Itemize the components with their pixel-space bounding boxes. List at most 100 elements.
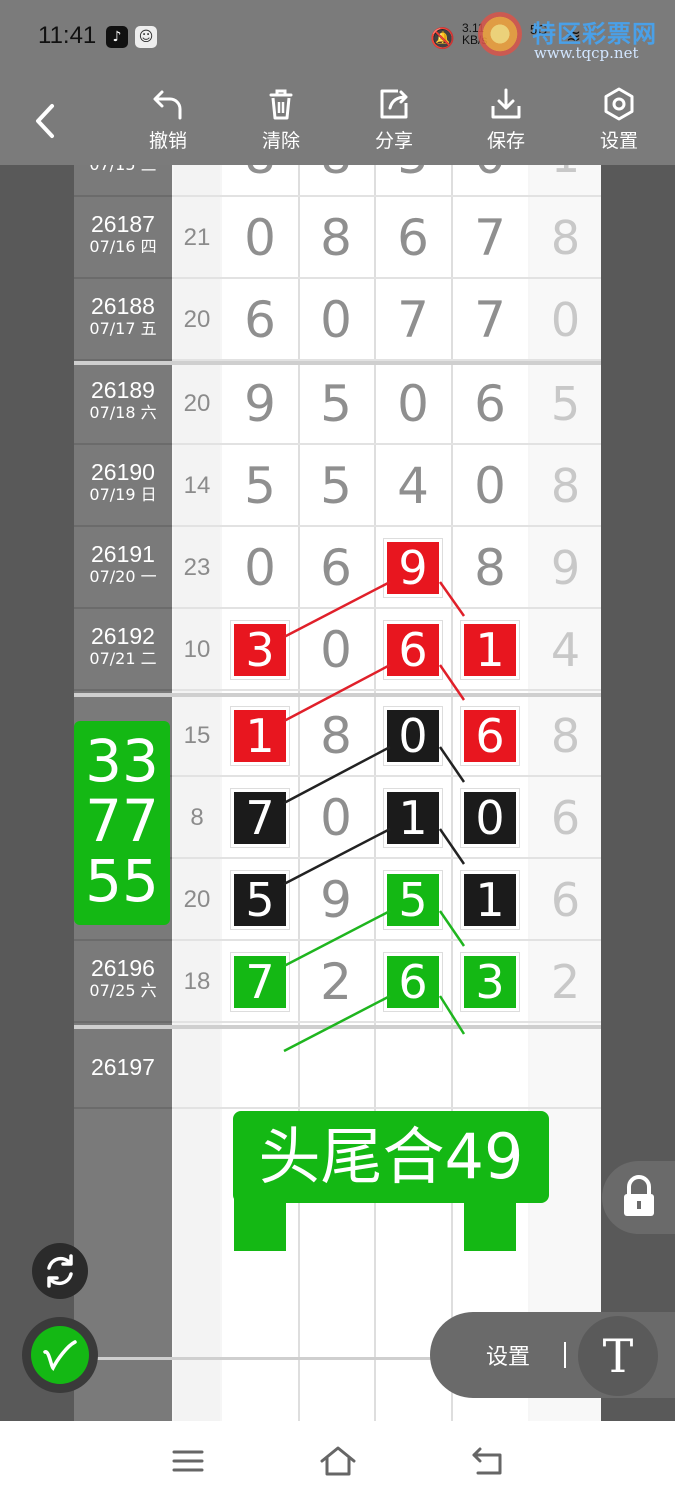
brush-size-slider[interactable]: [96, 1357, 434, 1360]
period-cell: 26187 07/16 四: [74, 197, 172, 257]
marked-digit-cell: 6: [375, 609, 451, 691]
period-cell: [74, 695, 172, 722]
back-button[interactable]: [28, 98, 64, 144]
text-tool-icon[interactable]: T: [578, 1316, 658, 1396]
digit-cell: 8: [474, 539, 506, 597]
sum-cell: 18: [183, 968, 211, 995]
draw-settings-pill[interactable]: 设置 T: [430, 1312, 675, 1398]
digit-marker: 7: [234, 792, 286, 844]
prediction-number: 33: [85, 727, 159, 795]
draw-settings-label[interactable]: 设置: [486, 1339, 530, 1371]
digit-cell: 6: [474, 375, 506, 433]
share-label: 分享: [374, 130, 413, 152]
period-number: 26192: [91, 623, 155, 649]
home-button[interactable]: [318, 1443, 358, 1479]
sum-cell: 21: [183, 224, 211, 251]
marked-digit-cell: 3: [222, 609, 298, 691]
table-row: 26197: [74, 1027, 601, 1109]
trend-board[interactable]: 07/15 三 8 8 5 0 1 2618707/16 四2108678261…: [0, 165, 675, 1421]
digit-cell: [298, 1027, 374, 1109]
period-date: 07/25 六: [89, 981, 157, 1000]
digit-cell: 5: [244, 457, 276, 515]
pen-stroke-icon: [43, 1340, 77, 1371]
head-tail-badge: 头尾合49: [233, 1111, 549, 1203]
menu-button[interactable]: [168, 1443, 208, 1479]
digit-cell: 0: [244, 209, 276, 267]
trash-icon: [269, 89, 293, 120]
prediction-box-head: [234, 1199, 286, 1251]
clear-button[interactable]: 清除: [246, 86, 316, 153]
prediction-number: 77: [85, 787, 159, 855]
prediction-box-tail: [464, 1199, 516, 1251]
digit-marker: 0: [387, 710, 439, 762]
digit-marker: 1: [234, 710, 286, 762]
settings-button[interactable]: 设置: [584, 86, 654, 153]
digit-marker: 6: [387, 956, 439, 1008]
marked-digit-cell: 0: [375, 695, 451, 777]
top-bar: 11:41 ♪ ☺ 🔕 3.11 KB/s 5G ≋ 特区彩票网 www.tqc…: [0, 0, 675, 165]
digit-cell: 0: [320, 621, 352, 679]
home-icon: [320, 1446, 356, 1476]
marked-digit-cell: 7: [222, 777, 298, 859]
tail-cell: 9: [550, 541, 581, 595]
period-cell: 26190 07/19 日: [74, 445, 172, 505]
period-number: 26196: [91, 955, 155, 981]
tail-cell: 8: [550, 459, 581, 513]
digit-cell: 5: [320, 375, 352, 433]
digit-marker: 7: [234, 956, 286, 1008]
digit-cell: 7: [474, 291, 506, 349]
period-date: 07/19 日: [89, 485, 157, 504]
settings-label: 设置: [599, 130, 638, 152]
undo-button[interactable]: 撤销: [133, 86, 203, 153]
digit-cell: 5: [375, 165, 451, 197]
table-row: 26192 07/21 二 10 3 0 6 1 4: [74, 609, 601, 691]
clear-label: 清除: [261, 130, 300, 152]
digit-cell: 8: [320, 707, 352, 765]
digit-cell: 0: [474, 457, 506, 515]
tiktok-icon: ♪: [106, 26, 128, 48]
digit-cell: 7: [397, 291, 429, 349]
digit-marker: 1: [464, 624, 516, 676]
period-date: 07/17 五: [89, 319, 157, 338]
digit-cell: 6: [320, 539, 352, 597]
period-date: 07/20 一: [89, 567, 157, 586]
status-time: 11:41: [38, 22, 97, 49]
digit-cell: 0: [320, 789, 352, 847]
lock-button[interactable]: [602, 1161, 675, 1234]
undo-label: 撤销: [148, 130, 187, 152]
sum-cell: 20: [183, 886, 211, 913]
sum-cell: 15: [183, 722, 211, 749]
period-cell: 26188 07/17 五: [74, 279, 172, 339]
refresh-button[interactable]: [32, 1243, 88, 1299]
digit-cell: [222, 1027, 298, 1109]
period-cell: 26189 07/18 六: [74, 363, 172, 423]
table-row: 26187 07/16 四 21 0 8 6 7 8: [74, 197, 601, 279]
group-separator: [74, 1025, 601, 1029]
digit-cell: 6: [397, 209, 429, 267]
group-separator: [74, 693, 601, 697]
period-date: 07/18 六: [89, 403, 157, 422]
tail-cell: 5: [550, 377, 581, 431]
save-button[interactable]: 保存: [471, 86, 541, 153]
marked-digit-cell: 5: [375, 859, 451, 941]
share-button[interactable]: 分享: [359, 86, 429, 153]
period-number: 26187: [91, 211, 155, 237]
sum-cell: 10: [183, 636, 211, 663]
table-row: 26188 07/17 五 20 6 0 7 7 0: [74, 279, 601, 361]
digit-cell: 6: [244, 291, 276, 349]
lock-icon: [624, 1175, 654, 1216]
tail-cell: 6: [550, 873, 581, 927]
marked-digit-cell: 1: [452, 859, 528, 941]
sum-cell: 20: [183, 306, 211, 333]
pen-color-button[interactable]: [22, 1317, 98, 1393]
table-row: 26190 07/19 日 14 5 5 4 0 8: [74, 445, 601, 527]
row-date: 07/15 三: [74, 165, 172, 175]
tail-cell: 6: [550, 791, 581, 845]
marked-digit-cell: 1: [452, 609, 528, 691]
period-date: 07/16 四: [89, 237, 157, 256]
watermark-url: www.tqcp.net: [534, 44, 639, 62]
digit-cell: [375, 1027, 451, 1109]
back-nav-button[interactable]: [468, 1443, 508, 1479]
marked-digit-cell: 9: [375, 527, 451, 609]
period-cell: 26196 07/25 六: [74, 941, 172, 1001]
